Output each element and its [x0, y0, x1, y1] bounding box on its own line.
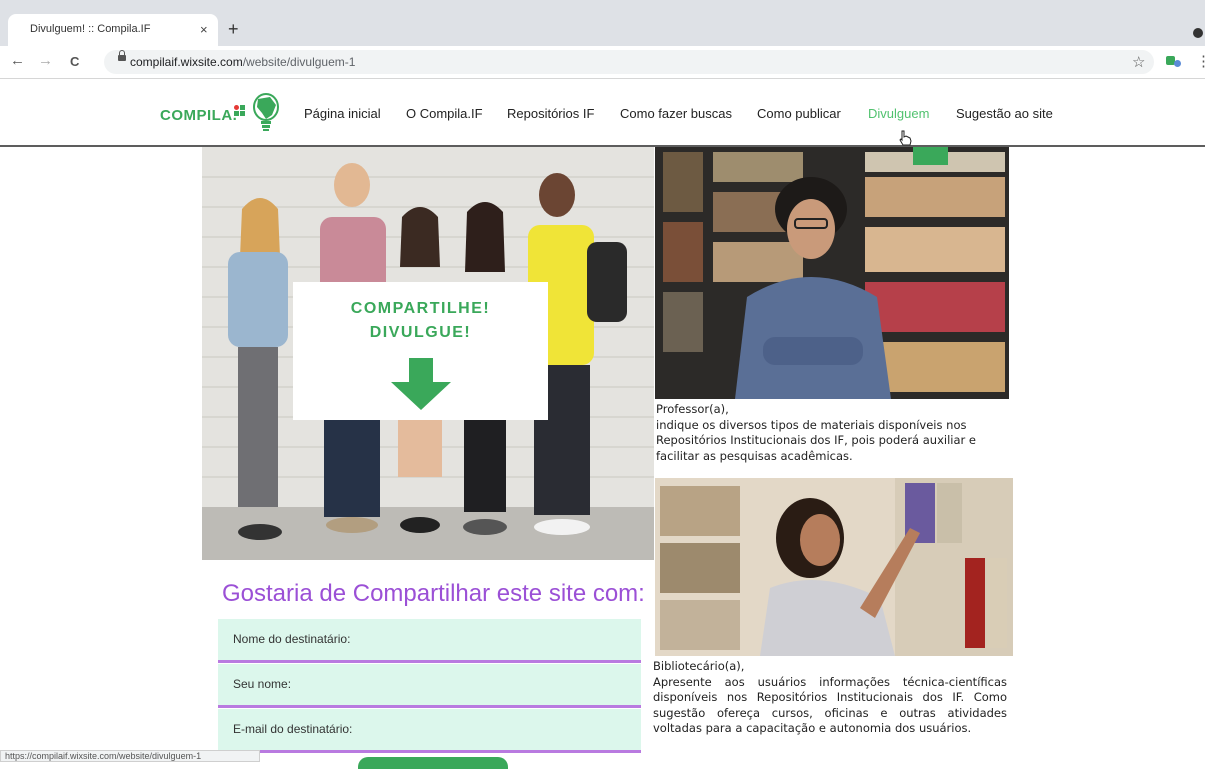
your-name-label: Seu nome: [233, 677, 292, 691]
librarian-photo [655, 478, 1013, 656]
nav-o-compila-if[interactable]: O Compila.IF [406, 106, 483, 121]
nav-pagina-inicial[interactable]: Página inicial [304, 106, 381, 121]
reload-icon[interactable]: C [70, 54, 79, 69]
logo-text: COMPILA. [160, 107, 238, 124]
students-photo: COMPARTILHE! DIVULGUE! [202, 147, 654, 560]
lock-icon [118, 50, 126, 61]
window-control-icon[interactable] [1193, 28, 1203, 38]
forward-icon[interactable]: → [38, 52, 53, 69]
browser-toolbar: ← → C compilaif.wixsite.com/website/divu… [0, 46, 1205, 79]
recipient-name-label: Nome do destinatário: [233, 632, 351, 646]
browser-tab[interactable]: Divulguem! :: Compila.IF × [8, 14, 218, 46]
professor-body: indique os diversos tipos de materiais d… [656, 417, 976, 463]
nav-como-publicar[interactable]: Como publicar [757, 106, 841, 121]
your-name-field[interactable]: Seu nome: [218, 664, 641, 708]
back-icon[interactable]: ← [10, 52, 25, 69]
browser-tab-bar: Divulguem! :: Compila.IF × + [0, 0, 1205, 46]
nav-como-fazer-buscas[interactable]: Como fazer buscas [620, 106, 732, 121]
tab-close-icon[interactable]: × [200, 22, 208, 37]
nav-sugestao-ao-site[interactable]: Sugestão ao site [956, 106, 1053, 121]
tab-title: Divulguem! :: Compila.IF [30, 23, 151, 35]
recipient-email-label: E-mail do destinatário: [233, 722, 353, 736]
nav-repositorios-if[interactable]: Repositórios IF [507, 106, 594, 121]
professor-heading: Professor(a), [656, 402, 729, 416]
professor-photo [655, 147, 1009, 399]
bookmark-star-icon[interactable]: ☆ [1132, 53, 1145, 71]
professor-caption: Professor(a), indique os diversos tipos … [656, 402, 1012, 464]
extension-icon[interactable] [1164, 54, 1182, 68]
hand-cursor-icon [899, 130, 912, 146]
browser-menu-icon[interactable]: ⋮ [1196, 52, 1205, 70]
professor-illustration [655, 147, 1009, 399]
status-bar-url: https://compilaif.wixsite.com/website/di… [0, 750, 260, 762]
librarian-body: Apresente aos usuários informações técni… [653, 674, 1007, 736]
share-sign: COMPARTILHE! DIVULGUE! [293, 282, 548, 420]
url-domain: compilaif.wixsite.com [130, 55, 243, 69]
nav-divulguem[interactable]: Divulguem [868, 106, 929, 121]
share-form: Gostaria de Compartilhar este site com: … [213, 568, 653, 760]
url-path: /website/divulguem-1 [242, 55, 356, 69]
recipient-name-field[interactable]: Nome do destinatário: [218, 619, 641, 663]
address-bar[interactable]: compilaif.wixsite.com/website/divulguem-… [104, 50, 1154, 74]
site-header: COMPILA. Página inicial O Compila.IF Rep… [0, 79, 1205, 147]
arrow-down-icon [391, 358, 451, 410]
librarian-caption: Bibliotecário(a), Apresente aos usuários… [653, 659, 1007, 737]
librarian-illustration [655, 478, 1013, 656]
sign-line-compartilhe: COMPARTILHE! [350, 300, 491, 317]
librarian-heading: Bibliotecário(a), [653, 659, 745, 673]
send-button[interactable] [358, 757, 508, 769]
sign-line-divulgue: DIVULGUE! [369, 324, 472, 341]
if-grid-icon [234, 105, 246, 117]
recipient-email-field[interactable]: E-mail do destinatário: [218, 709, 641, 753]
lightbulb-brazil-icon [253, 93, 279, 131]
url-text: compilaif.wixsite.com/website/divulguem-… [130, 55, 355, 69]
new-tab-icon[interactable]: + [228, 20, 239, 38]
share-title: Gostaria de Compartilhar este site com: [222, 580, 645, 607]
